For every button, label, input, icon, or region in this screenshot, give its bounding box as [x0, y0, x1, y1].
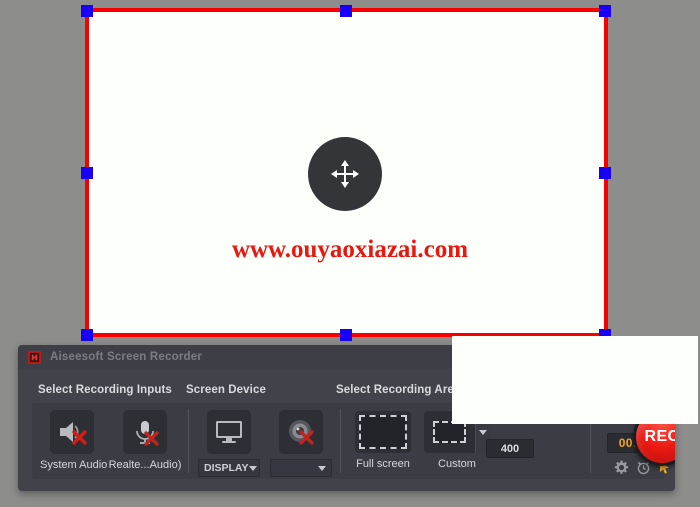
system-audio-tile[interactable] [50, 410, 94, 454]
chevron-down-icon [248, 465, 257, 471]
chevron-down-icon [318, 465, 326, 471]
handle-bottom-center[interactable] [340, 329, 352, 341]
handle-top-right[interactable] [599, 5, 611, 17]
chevron-down-icon [479, 429, 488, 435]
section-header-device: Screen Device [186, 384, 266, 396]
microphone-control[interactable]: Realte...Audio) [108, 410, 182, 471]
webcam-device-tile[interactable] [279, 410, 323, 454]
display-dropdown[interactable]: DISPLAY [198, 459, 260, 477]
desktop-screen: www.ouyaoxiazai.com Aiseesoft Screen Rec… [0, 0, 700, 507]
display-device-control[interactable]: DISPLAY [198, 410, 260, 477]
area-size-field-group[interactable]: 400 [486, 439, 534, 458]
divider-inputs-device [188, 409, 189, 473]
speaker-icon [60, 422, 87, 445]
window-title-text: Aiseesoft Screen Recorder [50, 351, 203, 363]
move-region-badge[interactable] [308, 137, 382, 211]
section-header-area: Select Recording Area [336, 384, 461, 396]
microphone-label: Realte...Audio) [108, 459, 182, 471]
custom-area-label: Custom [438, 458, 476, 470]
area-size-input[interactable]: 400 [486, 439, 534, 458]
full-screen-tile[interactable] [355, 411, 411, 453]
settings-gear-icon[interactable] [614, 460, 629, 475]
full-screen-rect-icon [359, 415, 407, 449]
move-cross-arrows-icon [331, 160, 359, 188]
handle-bottom-left[interactable] [81, 329, 93, 341]
custom-rect-icon [433, 421, 467, 443]
webcam-device-control[interactable] [270, 410, 332, 477]
divider-device-area [340, 409, 341, 473]
system-audio-label: System Audio [40, 459, 108, 471]
app-logo-icon [28, 350, 41, 364]
webcam-dropdown[interactable] [270, 459, 332, 477]
handle-top-left[interactable] [81, 5, 93, 17]
microphone-tile[interactable] [123, 410, 167, 454]
system-audio-control[interactable]: System Audio [40, 410, 108, 471]
microphone-icon [136, 421, 159, 446]
webcam-icon [289, 420, 314, 445]
handle-top-center[interactable] [340, 5, 352, 17]
handle-middle-left[interactable] [81, 167, 93, 179]
display-dropdown-value: DISPLAY [204, 462, 249, 474]
display-device-tile[interactable] [207, 410, 251, 454]
section-header-inputs: Select Recording Inputs [38, 384, 172, 396]
full-screen-label: Full screen [356, 458, 410, 470]
handle-middle-right[interactable] [599, 167, 611, 179]
site-watermark: www.ouyaoxiazai.com [231, 236, 469, 263]
full-screen-control[interactable]: Full screen [350, 411, 416, 470]
monitor-icon [216, 421, 242, 443]
white-occlusion-rect [452, 336, 698, 424]
